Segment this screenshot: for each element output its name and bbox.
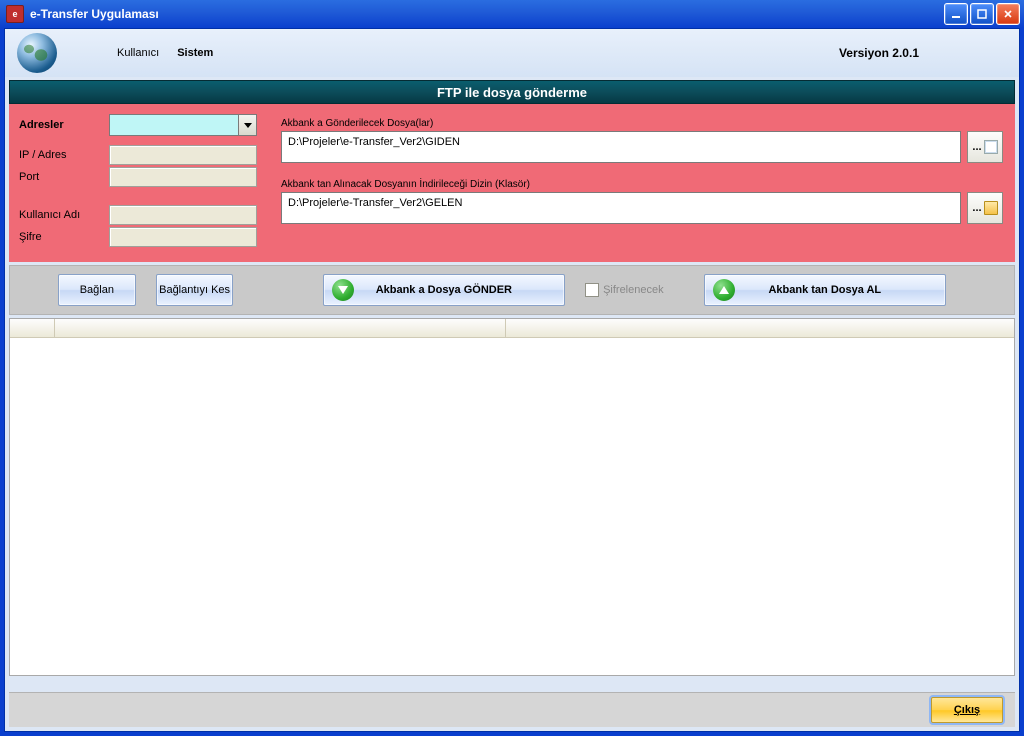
ellipsis-label: ... bbox=[972, 202, 981, 214]
window-controls bbox=[944, 3, 1020, 25]
exit-button[interactable]: Çıkış bbox=[931, 697, 1003, 723]
arrow-down-icon bbox=[332, 279, 354, 301]
title-bar[interactable]: e e-Transfer Uygulaması bbox=[0, 0, 1024, 28]
chevron-down-icon bbox=[244, 123, 252, 128]
menu-system[interactable]: Sistem bbox=[177, 47, 213, 59]
password-input[interactable] bbox=[109, 227, 257, 247]
footer-bar: Çıkış bbox=[9, 692, 1015, 727]
recv-dir-label: Akbank tan Alınacak Dosyanın İndirileceğ… bbox=[281, 179, 1003, 190]
encrypt-checkbox-wrap[interactable]: Şifrelenecek bbox=[585, 283, 664, 297]
recv-path-input[interactable]: D:\Projeler\e-Transfer_Ver2\GELEN bbox=[281, 192, 961, 224]
main-menu: Kullanıcı Sistem bbox=[117, 47, 213, 59]
send-path-input[interactable]: D:\Projeler\e-Transfer_Ver2\GIDEN bbox=[281, 131, 961, 163]
port-label: Port bbox=[19, 171, 109, 183]
menu-user[interactable]: Kullanıcı bbox=[117, 47, 159, 59]
browse-recv-button[interactable]: ... bbox=[967, 192, 1003, 224]
document-icon bbox=[984, 140, 998, 154]
password-label: Şifre bbox=[19, 231, 109, 243]
action-bar: Bağlan Bağlantıyı Kes Akbank a Dosya GÖN… bbox=[9, 265, 1015, 315]
encrypt-label: Şifrelenecek bbox=[603, 284, 664, 296]
table-col-3[interactable] bbox=[506, 319, 1014, 337]
receive-file-button[interactable]: Akbank tan Dosya AL bbox=[704, 274, 946, 306]
close-button[interactable] bbox=[996, 3, 1020, 25]
folder-icon bbox=[984, 201, 998, 215]
log-table[interactable] bbox=[9, 318, 1015, 676]
browse-send-button[interactable]: ... bbox=[967, 131, 1003, 163]
maximize-button[interactable] bbox=[970, 3, 994, 25]
connect-button[interactable]: Bağlan bbox=[58, 274, 136, 306]
port-input[interactable] bbox=[109, 167, 257, 187]
table-header bbox=[10, 319, 1014, 338]
username-label: Kullanıcı Adı bbox=[19, 209, 109, 221]
ftp-form: Adresler IP / Adres Port Kullanıcı Adı bbox=[9, 104, 1015, 262]
ellipsis-label: ... bbox=[972, 141, 981, 153]
table-col-2[interactable] bbox=[55, 319, 506, 337]
app-icon: e bbox=[6, 5, 24, 23]
addresses-label: Adresler bbox=[19, 119, 109, 131]
combo-dropdown-button[interactable] bbox=[238, 115, 256, 135]
send-file-button[interactable]: Akbank a Dosya GÖNDER bbox=[323, 274, 565, 306]
addresses-combo[interactable] bbox=[109, 114, 257, 136]
username-input[interactable] bbox=[109, 205, 257, 225]
app-window: e e-Transfer Uygulaması Kullanıcı Sistem… bbox=[0, 0, 1024, 736]
globe-icon bbox=[17, 33, 57, 73]
window-title: e-Transfer Uygulaması bbox=[30, 7, 159, 21]
minimize-button[interactable] bbox=[944, 3, 968, 25]
client-area: Kullanıcı Sistem Versiyon 2.0.1 FTP ile … bbox=[4, 28, 1020, 732]
version-label: Versiyon 2.0.1 bbox=[839, 46, 919, 60]
table-col-1[interactable] bbox=[10, 319, 55, 337]
send-files-label: Akbank a Gönderilecek Dosya(lar) bbox=[281, 118, 1003, 129]
ip-label: IP / Adres bbox=[19, 149, 109, 161]
header-bar: Kullanıcı Sistem Versiyon 2.0.1 bbox=[5, 29, 1019, 77]
arrow-up-icon bbox=[713, 279, 735, 301]
disconnect-button[interactable]: Bağlantıyı Kes bbox=[156, 274, 234, 306]
ip-input[interactable] bbox=[109, 145, 257, 165]
section-title: FTP ile dosya gönderme bbox=[9, 80, 1015, 104]
encrypt-checkbox[interactable] bbox=[585, 283, 599, 297]
